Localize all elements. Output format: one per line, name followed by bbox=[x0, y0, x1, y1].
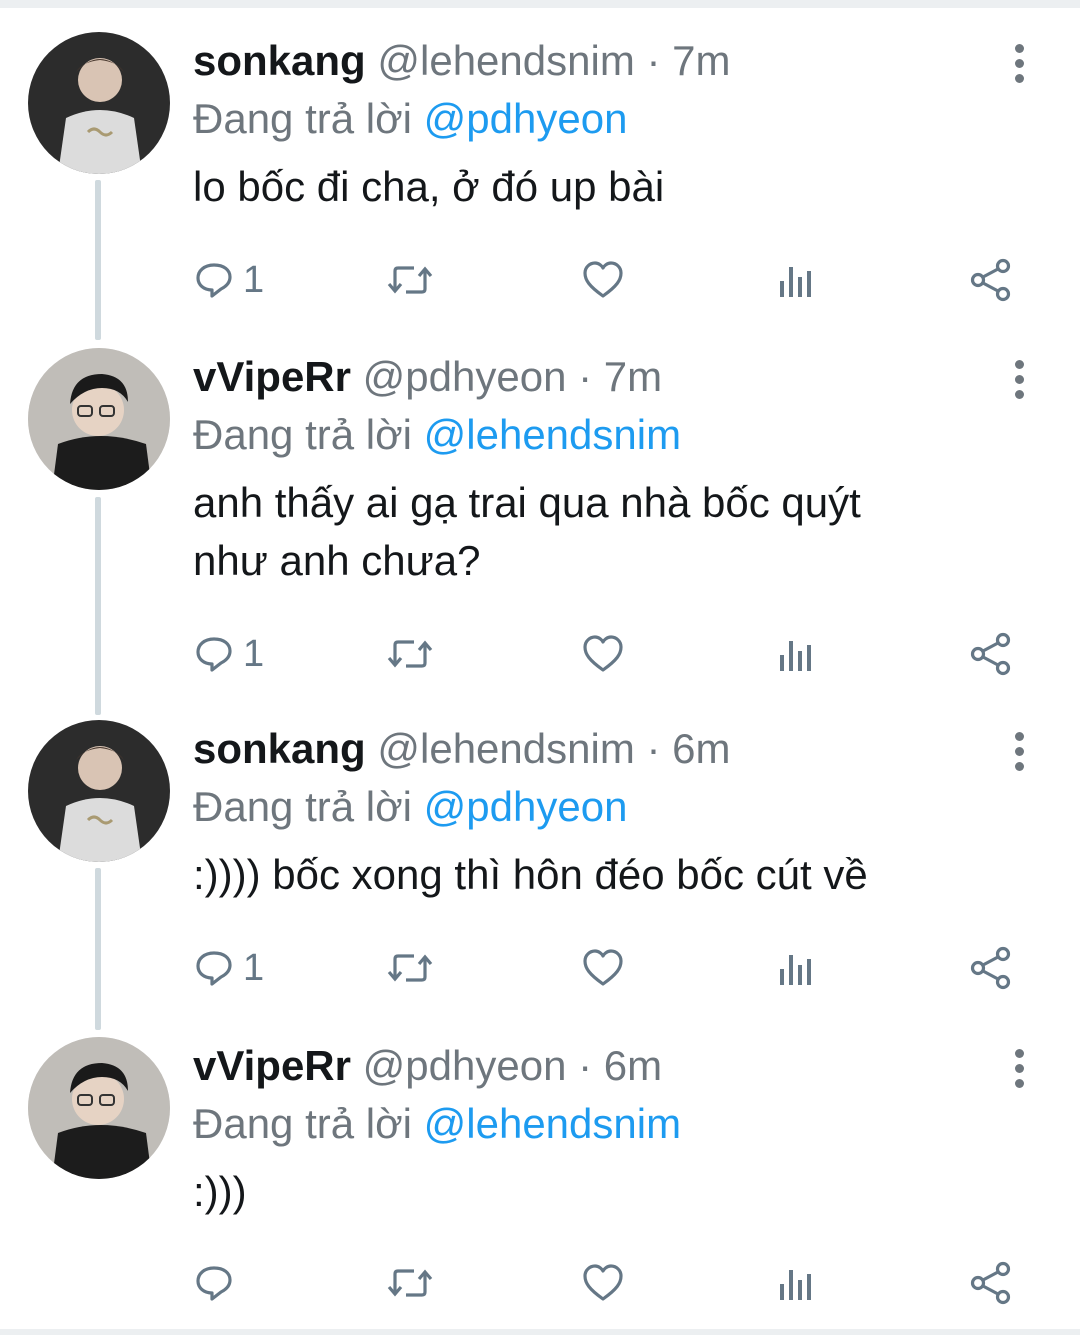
display-name[interactable]: vVipeRr bbox=[193, 1042, 351, 1089]
like-button[interactable] bbox=[581, 942, 625, 994]
tweet-header: sonkang @lehendsnim · 7m bbox=[193, 32, 1000, 90]
tweet-text: :)))) bốc xong thì hôn đéo bốc cút về bbox=[193, 851, 868, 898]
separator: · bbox=[566, 353, 604, 400]
share-icon bbox=[970, 946, 1011, 990]
like-button[interactable] bbox=[581, 628, 625, 680]
tweet-actions: 1 bbox=[193, 942, 1023, 994]
replying-to: Đang trả lời @pdhyeon bbox=[193, 778, 1000, 836]
reply-count: 1 bbox=[243, 632, 265, 675]
reply-icon bbox=[196, 1266, 232, 1301]
replying-to: Đang trả lời @lehendsnim bbox=[193, 406, 1000, 464]
mention-link[interactable]: @pdhyeon bbox=[424, 95, 628, 142]
reply-icon bbox=[196, 263, 232, 298]
share-icon bbox=[970, 1261, 1011, 1305]
like-button[interactable] bbox=[581, 1257, 625, 1309]
share-button[interactable] bbox=[969, 1257, 1013, 1309]
user-handle[interactable]: @pdhyeon bbox=[363, 1042, 567, 1089]
retweet-icon bbox=[387, 954, 433, 982]
analytics-icon bbox=[780, 1270, 811, 1300]
display-name[interactable]: sonkang bbox=[193, 37, 366, 84]
retweet-button[interactable] bbox=[386, 628, 434, 680]
timestamp[interactable]: 6m bbox=[604, 1042, 662, 1089]
avatar[interactable] bbox=[28, 720, 170, 862]
like-button[interactable] bbox=[581, 254, 625, 306]
like-icon bbox=[583, 1264, 623, 1301]
tweet-text: lo bốc đi cha, ở đó up bài bbox=[193, 163, 665, 210]
avatar[interactable] bbox=[28, 32, 170, 174]
tweet-text: anh thấy ai gạ trai qua nhà bốc quýt như… bbox=[193, 479, 861, 584]
share-icon bbox=[970, 632, 1011, 676]
tweet[interactable]: vVipeRr @pdhyeon · 7m Đang trả lời @lehe… bbox=[0, 348, 1080, 708]
separator: · bbox=[566, 1042, 604, 1089]
retweet-icon bbox=[387, 266, 433, 294]
more-options-icon[interactable] bbox=[1002, 44, 1036, 84]
reply-button[interactable]: 1 bbox=[193, 628, 264, 680]
reply-icon bbox=[196, 951, 232, 986]
display-name[interactable]: sonkang bbox=[193, 725, 366, 772]
analytics-icon bbox=[780, 641, 811, 671]
more-options-icon[interactable] bbox=[1002, 1049, 1036, 1089]
display-name[interactable]: vVipeRr bbox=[193, 353, 351, 400]
retweet-icon bbox=[387, 1269, 433, 1297]
retweet-button[interactable] bbox=[386, 942, 434, 994]
like-icon bbox=[583, 949, 623, 986]
mention-link[interactable]: @lehendsnim bbox=[424, 1100, 681, 1147]
timestamp[interactable]: 7m bbox=[604, 353, 662, 400]
tweet[interactable]: sonkang @lehendsnim · 7m Đang trả lời @p… bbox=[0, 32, 1080, 332]
analytics-button[interactable] bbox=[777, 628, 817, 680]
tweet-text: :))) bbox=[193, 1168, 247, 1215]
timestamp[interactable]: 7m bbox=[672, 37, 730, 84]
like-icon bbox=[583, 635, 623, 672]
retweet-button[interactable] bbox=[386, 254, 434, 306]
more-options-icon[interactable] bbox=[1002, 732, 1036, 772]
replying-to: Đang trả lời @lehendsnim bbox=[193, 1095, 1000, 1153]
reply-count: 1 bbox=[243, 946, 265, 989]
reply-button[interactable]: 1 bbox=[193, 254, 264, 306]
tweet-header: vVipeRr @pdhyeon · 6m bbox=[193, 1037, 1000, 1095]
tweet-actions bbox=[193, 1257, 1023, 1309]
more-options-icon[interactable] bbox=[1002, 360, 1036, 400]
reply-icon bbox=[196, 637, 232, 672]
replying-to-label: Đang trả lời bbox=[193, 411, 424, 458]
replying-to-label: Đang trả lời bbox=[193, 1100, 424, 1147]
share-button[interactable] bbox=[969, 942, 1013, 994]
retweet-button[interactable] bbox=[386, 1257, 434, 1309]
mention-link[interactable]: @pdhyeon bbox=[424, 783, 628, 830]
replying-to: Đang trả lời @pdhyeon bbox=[193, 90, 1000, 148]
user-handle[interactable]: @pdhyeon bbox=[363, 353, 567, 400]
analytics-button[interactable] bbox=[777, 942, 817, 994]
user-handle[interactable]: @lehendsnim bbox=[377, 725, 634, 772]
replying-to-label: Đang trả lời bbox=[193, 783, 424, 830]
retweet-icon bbox=[387, 640, 433, 668]
analytics-icon bbox=[780, 955, 811, 985]
mention-link[interactable]: @lehendsnim bbox=[424, 411, 681, 458]
tweet-actions: 1 bbox=[193, 254, 1023, 306]
avatar[interactable] bbox=[28, 1037, 170, 1179]
reply-button[interactable]: 1 bbox=[193, 942, 264, 994]
tweet-header: vVipeRr @pdhyeon · 7m bbox=[193, 348, 1000, 406]
share-button[interactable] bbox=[969, 254, 1013, 306]
tweet[interactable]: sonkang @lehendsnim · 6m Đang trả lời @p… bbox=[0, 720, 1080, 1020]
timestamp[interactable]: 6m bbox=[672, 725, 730, 772]
avatar[interactable] bbox=[28, 348, 170, 490]
tweet[interactable]: vVipeRr @pdhyeon · 6m Đang trả lời @lehe… bbox=[0, 1037, 1080, 1327]
analytics-icon bbox=[780, 267, 811, 297]
reply-button[interactable] bbox=[193, 1257, 243, 1309]
tweet-header: sonkang @lehendsnim · 6m bbox=[193, 720, 1000, 778]
share-button[interactable] bbox=[969, 628, 1013, 680]
separator: · bbox=[634, 725, 673, 772]
reply-count: 1 bbox=[243, 258, 265, 301]
separator: · bbox=[634, 37, 673, 84]
analytics-button[interactable] bbox=[777, 254, 817, 306]
replying-to-label: Đang trả lời bbox=[193, 95, 424, 142]
share-icon bbox=[970, 258, 1011, 302]
user-handle[interactable]: @lehendsnim bbox=[377, 37, 634, 84]
tweet-actions: 1 bbox=[193, 628, 1023, 680]
like-icon bbox=[583, 261, 623, 298]
analytics-button[interactable] bbox=[777, 1257, 817, 1309]
